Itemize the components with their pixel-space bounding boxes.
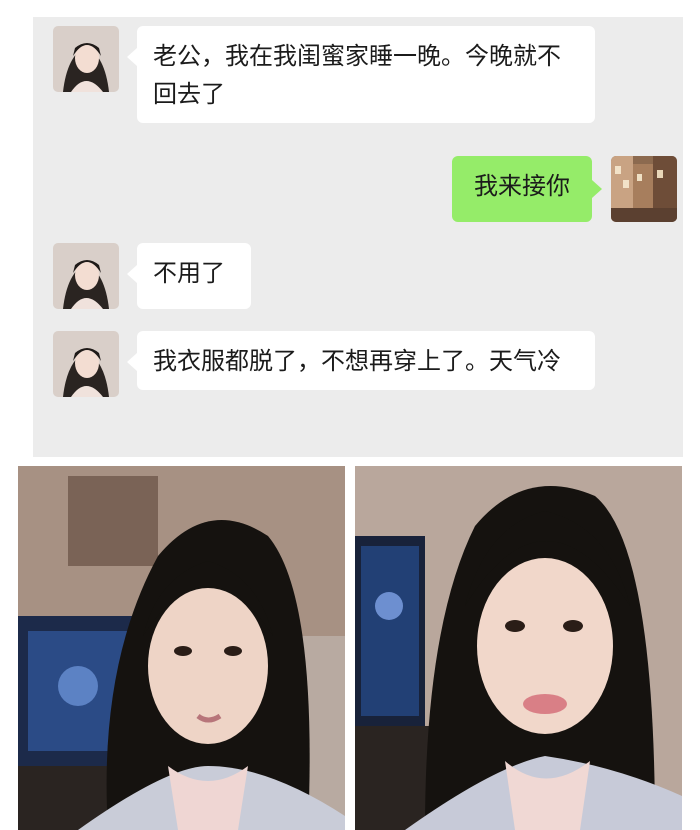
bubble-tail xyxy=(127,48,137,66)
selfie-image xyxy=(355,466,682,830)
message-bubble-contact[interactable]: 老公，我在我闺蜜家睡一晚。今晚就不回去了 xyxy=(137,26,595,123)
contact-avatar[interactable] xyxy=(53,243,119,309)
message-text: 不用了 xyxy=(153,259,225,287)
message-text: 我来接你 xyxy=(474,172,570,200)
bubble-tail xyxy=(592,180,602,198)
message-bubble-me[interactable]: 我来接你 xyxy=(452,156,592,222)
message-text: 老公，我在我闺蜜家睡一晚。今晚就不回去了 xyxy=(153,42,561,108)
contact-avatar[interactable] xyxy=(53,331,119,397)
my-avatar[interactable] xyxy=(611,156,677,222)
message-bubble-contact[interactable]: 不用了 xyxy=(137,243,251,309)
selfie-photo-right xyxy=(355,466,682,830)
selfie-photo-left xyxy=(18,466,345,830)
contact-avatar[interactable] xyxy=(53,26,119,92)
chat-window: 老公，我在我闺蜜家睡一晚。今晚就不回去了 我来接你 不用了 我衣服都脱了，不想再… xyxy=(33,17,683,457)
my-avatar-image xyxy=(611,156,677,222)
message-bubble-contact[interactable]: 我衣服都脱了，不想再穿上了。天气冷 xyxy=(137,331,595,390)
bubble-tail xyxy=(127,265,137,283)
contact-avatar-image xyxy=(53,243,119,309)
bubble-tail xyxy=(127,353,137,371)
selfie-image xyxy=(18,466,345,830)
contact-avatar-image xyxy=(53,26,119,92)
message-text: 我衣服都脱了，不想再穿上了。天气冷 xyxy=(153,347,561,375)
contact-avatar-image xyxy=(53,331,119,397)
